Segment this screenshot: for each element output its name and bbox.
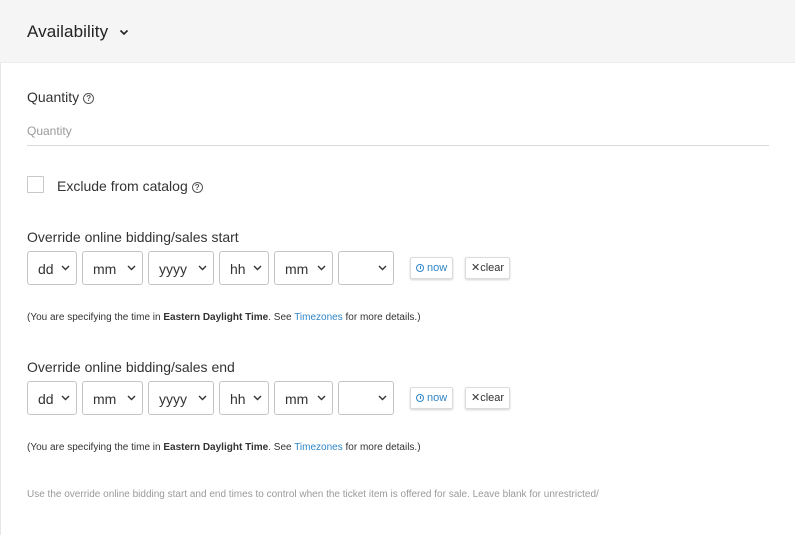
end-day-select[interactable]: dd: [27, 381, 77, 415]
help-icon[interactable]: ?: [191, 182, 203, 193]
end-ampm-select[interactable]: [338, 381, 394, 415]
chevron-down-icon: [378, 265, 387, 271]
sales-end-label: Override online bidding/sales end: [27, 359, 235, 375]
sales-start-label: Override online bidding/sales start: [27, 229, 239, 245]
chevron-down-icon: [378, 395, 387, 401]
end-minute-select[interactable]: mm: [274, 381, 333, 415]
end-clear-button[interactable]: ✕clear: [465, 387, 511, 409]
end-month-select[interactable]: mm: [82, 381, 143, 415]
start-month-select[interactable]: mm: [82, 251, 143, 285]
tz-mid: . See: [268, 442, 295, 453]
chevron-down-icon: [253, 395, 262, 401]
start-clear-button[interactable]: ✕clear: [465, 257, 511, 279]
select-value: hh: [230, 261, 246, 277]
select-value: dd: [38, 391, 54, 407]
clock-icon: [416, 394, 424, 402]
chevron-down-icon: [61, 395, 70, 401]
override-hint-text: Use the override online bidding start an…: [27, 489, 599, 500]
start-now-button[interactable]: now: [410, 257, 454, 279]
select-value: mm: [93, 261, 117, 277]
quantity-input[interactable]: [27, 116, 769, 146]
chevron-down-icon: [127, 395, 136, 401]
tz-zone: Eastern Daylight Time: [163, 312, 269, 323]
chevron-down-icon: [127, 265, 136, 271]
start-timezone-note: (You are specifying the time in Eastern …: [27, 312, 421, 323]
panel-title: Availability: [27, 22, 109, 41]
select-value: mm: [93, 391, 117, 407]
chevron-down-icon[interactable]: [118, 26, 130, 38]
tz-mid: . See: [268, 312, 295, 323]
chevron-down-icon: [198, 265, 207, 271]
tz-zone: Eastern Daylight Time: [163, 442, 269, 453]
chevron-down-icon: [317, 265, 326, 271]
exclude-from-catalog-label: Exclude from catalog?: [57, 178, 203, 194]
end-now-button[interactable]: now: [410, 387, 454, 409]
select-value: dd: [38, 261, 54, 277]
select-value: mm: [285, 391, 309, 407]
help-icon[interactable]: ?: [83, 93, 95, 104]
start-minute-select[interactable]: mm: [274, 251, 333, 285]
select-value: yyyy: [159, 391, 187, 407]
start-day-select[interactable]: dd: [27, 251, 77, 285]
select-value: yyyy: [159, 261, 187, 277]
clock-icon: [416, 264, 424, 272]
now-label: now: [427, 262, 448, 274]
exclude-label-text: Exclude from catalog: [57, 178, 188, 194]
end-hour-select[interactable]: hh: [219, 381, 269, 415]
select-value: hh: [230, 391, 246, 407]
chevron-down-icon: [198, 395, 207, 401]
clear-label: clear: [480, 262, 505, 274]
tz-suffix: for more details.): [342, 312, 421, 323]
exclude-from-catalog-checkbox[interactable]: [27, 176, 44, 193]
tz-suffix: for more details.): [342, 442, 421, 453]
quantity-label-text: Quantity: [27, 89, 80, 105]
end-year-select[interactable]: yyyy: [148, 381, 214, 415]
close-icon: ✕: [471, 262, 481, 274]
chevron-down-icon: [317, 395, 326, 401]
tz-prefix: (You are specifying the time in: [27, 312, 164, 323]
select-value: mm: [285, 261, 309, 277]
close-icon: ✕: [471, 392, 481, 404]
now-label: now: [427, 392, 448, 404]
quantity-label: Quantity?: [27, 89, 95, 105]
tz-prefix: (You are specifying the time in: [27, 442, 164, 453]
chevron-down-icon: [61, 265, 70, 271]
start-year-select[interactable]: yyyy: [148, 251, 214, 285]
end-timezone-note: (You are specifying the time in Eastern …: [27, 442, 421, 453]
timezones-link[interactable]: Timezones: [294, 442, 343, 453]
clear-label: clear: [480, 392, 505, 404]
availability-panel-header[interactable]: Availability: [0, 0, 795, 63]
timezones-link[interactable]: Timezones: [294, 312, 343, 323]
chevron-down-icon: [253, 265, 262, 271]
start-ampm-select[interactable]: [338, 251, 394, 285]
start-hour-select[interactable]: hh: [219, 251, 269, 285]
